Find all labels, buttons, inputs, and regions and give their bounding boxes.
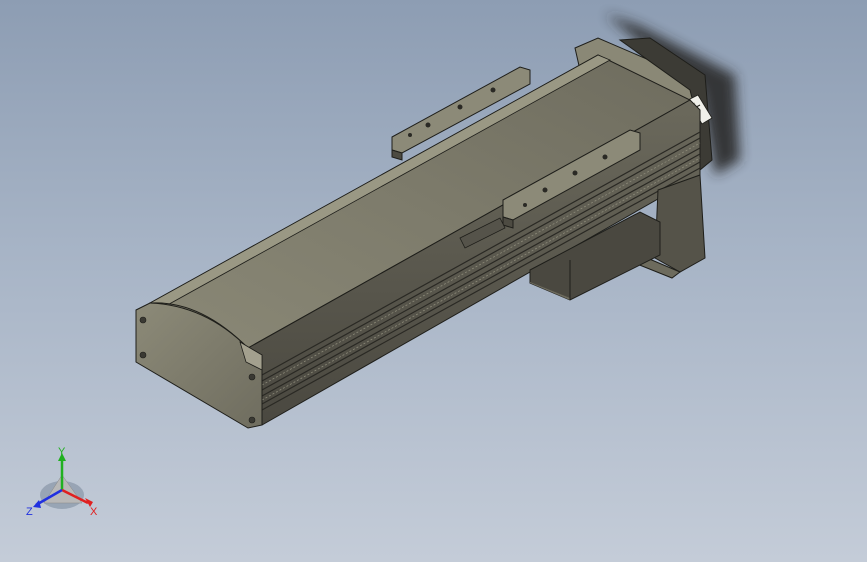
linear-actuator-model[interactable] — [0, 0, 867, 562]
motor-bracket — [654, 174, 706, 273]
z-axis-label: Z — [26, 506, 33, 518]
view-orientation-triad[interactable]: Y X Z — [22, 445, 112, 525]
y-axis-label: Y — [58, 446, 66, 458]
graphics-viewport[interactable]: Y X Z — [0, 0, 867, 562]
x-axis-label: X — [90, 506, 98, 518]
